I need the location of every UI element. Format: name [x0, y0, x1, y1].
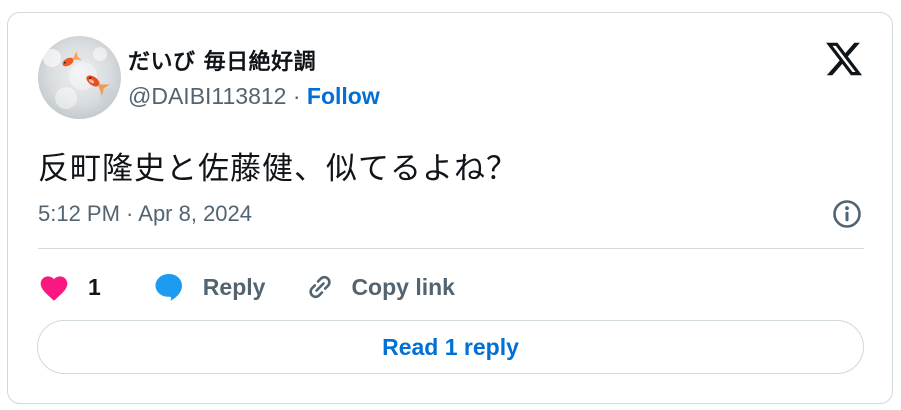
like-button[interactable]: 1	[38, 272, 101, 302]
heart-icon	[38, 272, 70, 302]
speech-bubble-icon	[153, 272, 185, 302]
copy-link-label: Copy link	[351, 273, 455, 300]
author-handle-row: @DAIBI113812 · Follow	[128, 83, 380, 110]
tweet-timestamp[interactable]: 5:12 PM · Apr 8, 2024	[38, 201, 252, 227]
reply-button[interactable]: Reply	[153, 272, 266, 302]
handle-separator: ·	[292, 83, 301, 109]
link-icon	[305, 272, 335, 302]
author-handle[interactable]: @DAIBI113812	[128, 83, 286, 109]
action-bar: 1 Reply Copy link	[38, 267, 455, 307]
follow-button[interactable]: Follow	[307, 83, 380, 109]
avatar[interactable]	[38, 36, 121, 119]
read-replies-button[interactable]: Read 1 reply	[37, 320, 864, 374]
info-icon[interactable]	[832, 199, 862, 229]
x-logo-icon[interactable]	[824, 39, 864, 79]
tweet-card: だいび 毎日絶好調 @DAIBI113812 · Follow 反町隆史と佐藤健…	[7, 12, 893, 404]
like-count: 1	[88, 273, 101, 300]
author-display-name[interactable]: だいび 毎日絶好調	[128, 44, 316, 76]
reply-label: Reply	[202, 273, 266, 300]
copy-link-button[interactable]: Copy link	[305, 272, 455, 302]
tweet-text: 反町隆史と佐藤健、似てるよね？	[38, 151, 518, 187]
divider	[38, 248, 864, 249]
